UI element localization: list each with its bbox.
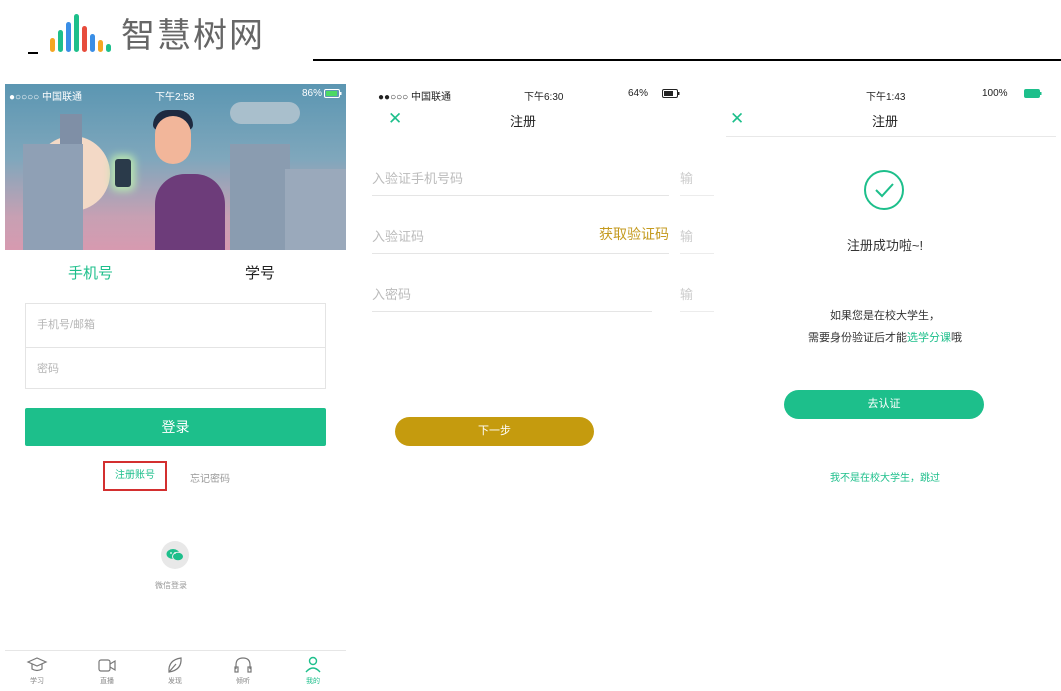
- next-step-button[interactable]: 下一步: [395, 417, 594, 446]
- tab-phone[interactable]: 手机号: [68, 262, 113, 283]
- nav-label-listen: 倾听: [236, 678, 250, 685]
- nav-item-study[interactable]: 学习: [17, 655, 57, 686]
- login-tabs: 手机号 学号: [5, 262, 346, 284]
- nav-label-study: 学习: [30, 678, 44, 685]
- skip-link[interactable]: 我不是在校大学生，跳过: [714, 469, 1056, 484]
- battery-icon: [662, 89, 680, 101]
- phone-field[interactable]: 入验证手机号码: [372, 156, 669, 196]
- info-prefix: 需要身份验证后才能: [808, 332, 907, 344]
- brand-bars-icon: [50, 8, 111, 52]
- ghost-label: 输: [680, 272, 714, 312]
- graduation-cap-icon: [26, 657, 48, 672]
- nav-label-me: 我的: [306, 678, 320, 685]
- info-line-1: 如果您是在校大学生，: [830, 310, 940, 322]
- brand-logo: 智慧树网: [28, 4, 265, 60]
- login-screen: ●○○○○ 中国联通 下午2:58 86% 手机号 学号 手机号/邮箱 密码 登…: [5, 84, 346, 691]
- account-input[interactable]: 手机号/邮箱: [26, 304, 325, 347]
- login-button[interactable]: 登录: [25, 408, 326, 446]
- nav-label-discover: 发现: [168, 678, 182, 685]
- battery-icon: [1024, 89, 1044, 101]
- info-line-2: 需要身份验证后才能选学分课哦: [714, 329, 1056, 345]
- carrier-label: ●●○○○ 中国联通: [378, 92, 451, 103]
- success-message: 注册成功啦~!: [846, 238, 924, 253]
- nav-item-me[interactable]: 我的: [293, 655, 333, 686]
- page-title: 注册: [509, 114, 536, 129]
- status-bar: 下午1:43 100%: [714, 84, 1056, 104]
- wechat-icon: [166, 549, 184, 562]
- nav-divider: [726, 136, 1056, 137]
- phone-placeholder: 入验证手机号码: [372, 171, 464, 186]
- credit-course-link[interactable]: 选学分课: [907, 332, 951, 344]
- code-field[interactable]: 入验证码 获取验证码: [372, 214, 669, 254]
- register-success-screen: 下午1:43 100% ✕ 注册 注册成功啦~! 如果您是在校大学生， 需要身份…: [714, 84, 1056, 691]
- carrier-label: ●○○○○ 中国联通: [9, 92, 82, 103]
- nav-item-listen[interactable]: 倾听: [223, 655, 263, 686]
- brand-dash: [28, 52, 38, 54]
- forgot-password-link[interactable]: 忘记密码: [190, 470, 230, 485]
- leaf-icon: [168, 657, 182, 673]
- wechat-login-button[interactable]: [161, 541, 189, 569]
- hero-illustration: [5, 84, 346, 250]
- password-input[interactable]: 密码: [26, 347, 325, 390]
- wechat-login-label: 微信登录: [155, 581, 187, 590]
- success-check-icon: [864, 170, 904, 210]
- user-icon: [305, 656, 321, 673]
- nav-item-live[interactable]: 直播: [87, 655, 127, 686]
- password-field[interactable]: 入密码: [372, 272, 652, 312]
- nav-label-live: 直播: [100, 678, 114, 685]
- verify-button[interactable]: 去认证: [784, 390, 984, 419]
- nav-bar: ✕ 注册: [714, 104, 1056, 134]
- headphones-icon: [234, 657, 252, 673]
- info-suffix: 哦: [951, 332, 962, 344]
- login-form: 手机号/邮箱 密码: [25, 303, 326, 389]
- code-placeholder: 入验证码: [372, 229, 425, 244]
- battery-label: 64%: [628, 88, 649, 99]
- ghost-label: 输: [680, 156, 714, 196]
- page-title: 注册: [871, 114, 898, 129]
- status-bar: ●●○○○ 中国联通 下午6:30 64%: [372, 84, 714, 104]
- battery-label: 100%: [982, 88, 1008, 99]
- get-code-button[interactable]: 获取验证码: [599, 224, 669, 244]
- tab-student-id[interactable]: 学号: [245, 262, 275, 283]
- video-camera-icon: [98, 659, 116, 672]
- status-bar: ●○○○○ 中国联通 下午2:58 86%: [5, 84, 346, 104]
- nav-item-discover[interactable]: 发现: [155, 655, 195, 686]
- ghost-label: 输: [680, 214, 714, 254]
- status-time: 下午6:30: [524, 92, 564, 103]
- brand-name: 智慧树网: [121, 17, 265, 55]
- nav-bar: ✕ 注册: [372, 104, 714, 134]
- password-placeholder: 入密码: [372, 287, 412, 302]
- header-divider: [313, 59, 1061, 61]
- bottom-nav: 学习 直播 发现 倾听 我的: [5, 650, 346, 691]
- register-screen: ●●○○○ 中国联通 下午6:30 64% ✕ 注册 入验证手机号码 输 入验证…: [372, 84, 714, 691]
- battery-label: 86%: [301, 88, 322, 99]
- status-time: 下午2:58: [155, 92, 195, 103]
- register-link[interactable]: 注册账号: [103, 461, 167, 491]
- battery-icon: [324, 89, 342, 101]
- status-time: 下午1:43: [866, 92, 906, 103]
